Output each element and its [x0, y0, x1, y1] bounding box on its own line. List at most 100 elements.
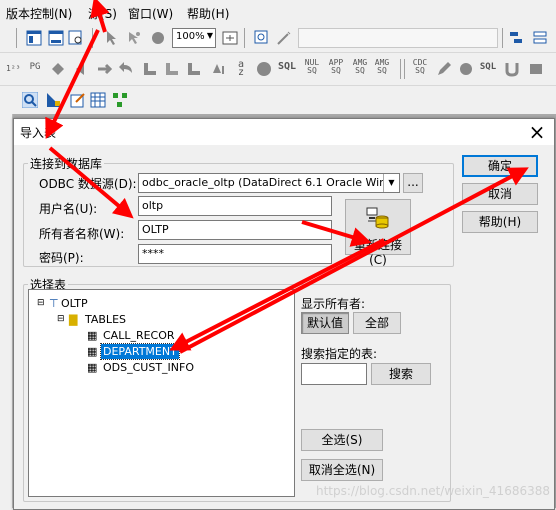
- filter-icon[interactable]: [186, 61, 202, 77]
- password-label: 密码(P):: [39, 251, 84, 265]
- search-input[interactable]: [301, 363, 367, 385]
- toolbar-separator: [16, 28, 17, 48]
- network-icon[interactable]: [112, 92, 128, 108]
- grid-icon[interactable]: [90, 92, 106, 108]
- router-icon[interactable]: [50, 61, 66, 77]
- tree-folder-label[interactable]: TABLES: [85, 312, 126, 327]
- fit-icon[interactable]: [222, 30, 238, 46]
- navigator-strip: [0, 114, 13, 508]
- toolbar-combo[interactable]: [298, 28, 498, 48]
- align-icon[interactable]: [532, 30, 548, 46]
- database-connect-icon: [366, 207, 389, 229]
- tree-table-item[interactable]: CALL_RECOR: [103, 328, 175, 343]
- search-tool-icon[interactable]: [254, 30, 270, 46]
- watermark-text: https://blog.csdn.net/weixin_41686388: [315, 484, 550, 498]
- toolbar-separator: [404, 59, 405, 79]
- chevron-down-icon: ▼: [206, 31, 213, 40]
- update-icon[interactable]: [96, 61, 112, 77]
- all-owners-button[interactable]: 全部: [353, 312, 401, 334]
- ok-button[interactable]: 确定: [462, 155, 538, 177]
- search-table-label: 搜索指定的表:: [301, 347, 378, 361]
- toolbar-separator: [400, 59, 401, 79]
- table-icon: ▦: [87, 329, 98, 342]
- chart-icon[interactable]: [46, 92, 62, 108]
- preview-icon[interactable]: [68, 30, 84, 46]
- undo-icon[interactable]: [118, 61, 134, 77]
- dialog-title: 导入表: [20, 126, 57, 140]
- help-button[interactable]: 帮助(H): [462, 211, 538, 233]
- odbc-select[interactable]: odbc_oracle_oltp (DataDirect 6.1 Oracle …: [138, 173, 400, 193]
- zoom-icon[interactable]: [150, 30, 166, 46]
- toolbar-standard: 100% ▼: [0, 24, 556, 53]
- menu-source[interactable]: 源(S): [88, 5, 117, 22]
- default-owner-button[interactable]: 默认值: [301, 312, 349, 334]
- browse-button[interactable]: ...: [403, 173, 423, 193]
- menu-version-control[interactable]: 版本控制(N): [6, 5, 72, 22]
- connect-group-title: 连接到数据库: [28, 155, 105, 172]
- toolbar-separator: [92, 28, 93, 48]
- sql-transform-icon[interactable]: SQL: [478, 63, 498, 72]
- lookup-icon[interactable]: [164, 61, 180, 77]
- odbc-value: odbc_oracle_oltp (DataDirect 6.1 Oracle …: [142, 176, 400, 189]
- rank-icon[interactable]: 1²³: [6, 65, 20, 73]
- owner-label: 所有者名称(W):: [39, 227, 125, 241]
- analyze-icon[interactable]: [22, 92, 38, 108]
- app-icon[interactable]: APP SQ: [326, 59, 346, 75]
- menu-bar: 版本控制(N) 源(S) 窗口(W) 帮助(H): [0, 0, 556, 24]
- menu-window[interactable]: 窗口(W): [128, 5, 173, 22]
- pan-icon[interactable]: [126, 30, 142, 46]
- pointer-icon[interactable]: [104, 30, 120, 46]
- table-tree[interactable]: ⊟ ⊤ OLTP ⊟ ▇ TABLES ▦ CALL_RECOR ▦ DEPAR…: [28, 289, 295, 497]
- layout-icon[interactable]: [26, 30, 42, 46]
- deselect-all-button[interactable]: 取消全选(N): [301, 459, 383, 481]
- reconnect-label: 重新连接(C): [353, 238, 402, 267]
- table-icon: ▦: [87, 361, 98, 374]
- cancel-button[interactable]: 取消: [462, 183, 538, 205]
- collapse-icon[interactable]: ⊟: [57, 312, 65, 327]
- close-icon[interactable]: ×: [524, 120, 550, 144]
- pencil-icon[interactable]: [436, 61, 452, 77]
- joiner-icon[interactable]: [142, 61, 158, 77]
- tree-root-label[interactable]: OLTP: [61, 296, 88, 311]
- toolbar-separator: [502, 28, 503, 48]
- table-icon: ▦: [87, 345, 98, 358]
- edit-icon[interactable]: [70, 92, 86, 108]
- reconnect-button[interactable]: 重新连接(C): [345, 199, 411, 267]
- wand-icon[interactable]: [276, 30, 292, 46]
- xml-icon[interactable]: [458, 61, 474, 77]
- show-owner-label: 显示所有者:: [301, 297, 366, 311]
- owner-field[interactable]: OLTP: [138, 220, 332, 240]
- normalizer-icon[interactable]: [528, 61, 544, 77]
- union-icon[interactable]: [504, 61, 520, 77]
- amg-sq-icon[interactable]: AMG SQ: [350, 59, 370, 75]
- tree-table-item-selected[interactable]: DEPARTMENT: [100, 343, 180, 360]
- menu-help[interactable]: 帮助(H): [187, 5, 229, 22]
- username-field[interactable]: oltp: [138, 196, 332, 216]
- dialog-title-bar[interactable]: 导入表 ×: [14, 119, 554, 145]
- sequence-icon[interactable]: [256, 61, 272, 77]
- toolbar-analysis: [0, 86, 556, 115]
- tree-table-item[interactable]: ODS_CUST_INFO: [103, 360, 194, 375]
- cdc-icon[interactable]: CDC SQ: [410, 59, 430, 75]
- arrange-icon[interactable]: [508, 30, 524, 46]
- toolbar-transformations: 1²³ PG az SQL NUL SQ APP SQ AMG SQ AMG SQ CD…: [0, 53, 556, 86]
- import-table-dialog: 导入表 × 连接到数据库 ODBC 数据源(D): odbc_oracle_ol…: [13, 118, 555, 510]
- sort-az-icon[interactable]: az: [234, 60, 248, 78]
- collapse-icon[interactable]: ⊟: [37, 296, 45, 311]
- amg-icon[interactable]: AMG SQ: [372, 59, 392, 75]
- sql-icon[interactable]: SQL: [278, 62, 296, 72]
- database-icon: ⊤: [49, 297, 59, 310]
- aggregator-icon[interactable]: [210, 61, 226, 77]
- search-button[interactable]: 搜索: [371, 363, 431, 385]
- sorter-icon[interactable]: [74, 61, 90, 77]
- odbc-label: ODBC 数据源(D):: [39, 177, 137, 191]
- password-field[interactable]: ****: [138, 244, 332, 264]
- zoom-select[interactable]: 100% ▼: [172, 28, 216, 48]
- folder-icon: ▇: [69, 313, 78, 326]
- window-icon[interactable]: [48, 30, 64, 46]
- toolbar-separator: [244, 28, 245, 48]
- chevron-down-icon: ▼: [383, 174, 399, 192]
- nul-icon[interactable]: NUL SQ: [302, 59, 322, 75]
- pg-label[interactable]: PG: [26, 63, 44, 72]
- select-all-button[interactable]: 全选(S): [301, 429, 383, 451]
